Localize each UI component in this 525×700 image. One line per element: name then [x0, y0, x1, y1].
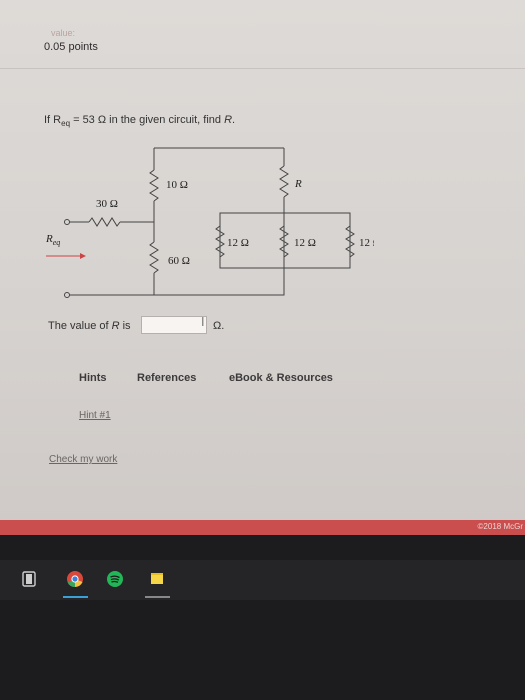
terminal-top — [64, 219, 70, 225]
copyright-text: ©2018 McGr — [477, 522, 523, 531]
notes-active-indicator — [145, 596, 170, 598]
spotify-icon[interactable] — [106, 570, 124, 588]
points-label: 0.05 points — [44, 41, 98, 53]
footer-bar — [0, 520, 525, 535]
tab-hints[interactable]: Hints — [79, 372, 107, 384]
circuit-diagram: 30 Ω 10 Ω 60 Ω 12 Ω 12 Ω 12 Ω R Req — [45, 147, 374, 298]
label-10: 10 Ω — [166, 179, 188, 191]
value-label: value: — [51, 28, 76, 38]
terminal-bottom — [64, 292, 70, 298]
label-R: R — [294, 178, 302, 190]
tablet-icon[interactable] — [20, 570, 38, 588]
label-12b: 12 Ω — [294, 237, 316, 249]
text-cursor-icon: I — [201, 315, 205, 329]
hint-1-link[interactable]: Hint #1 — [79, 410, 111, 421]
resistor-30 — [88, 217, 121, 227]
label-30: 30 Ω — [96, 198, 118, 210]
answer-prompt: The value of R is — [48, 320, 131, 332]
tab-ebook-resources[interactable]: eBook & Resources — [229, 372, 333, 384]
chrome-active-indicator — [63, 596, 88, 598]
answer-input[interactable] — [141, 316, 207, 334]
sticky-notes-icon[interactable] — [148, 570, 166, 588]
resistor-10 — [149, 169, 159, 202]
check-my-work-link[interactable]: Check my work — [49, 454, 117, 465]
question-text: If Req = 53 Ω in the given circuit, find… — [44, 114, 236, 129]
divider — [0, 68, 525, 69]
answer-unit: Ω. — [213, 320, 225, 332]
label-60: 60 Ω — [168, 255, 190, 267]
label-12c: 12 Ω — [359, 237, 374, 249]
chrome-icon[interactable] — [66, 570, 84, 588]
tab-references[interactable]: References — [137, 372, 196, 384]
resistor-60 — [149, 241, 159, 274]
assignment-page: value: 0.05 points If Req = 53 Ω in the … — [0, 0, 525, 522]
label-12a: 12 Ω — [227, 237, 249, 249]
resistor-R — [279, 165, 289, 198]
label-req: Req — [45, 233, 60, 247]
